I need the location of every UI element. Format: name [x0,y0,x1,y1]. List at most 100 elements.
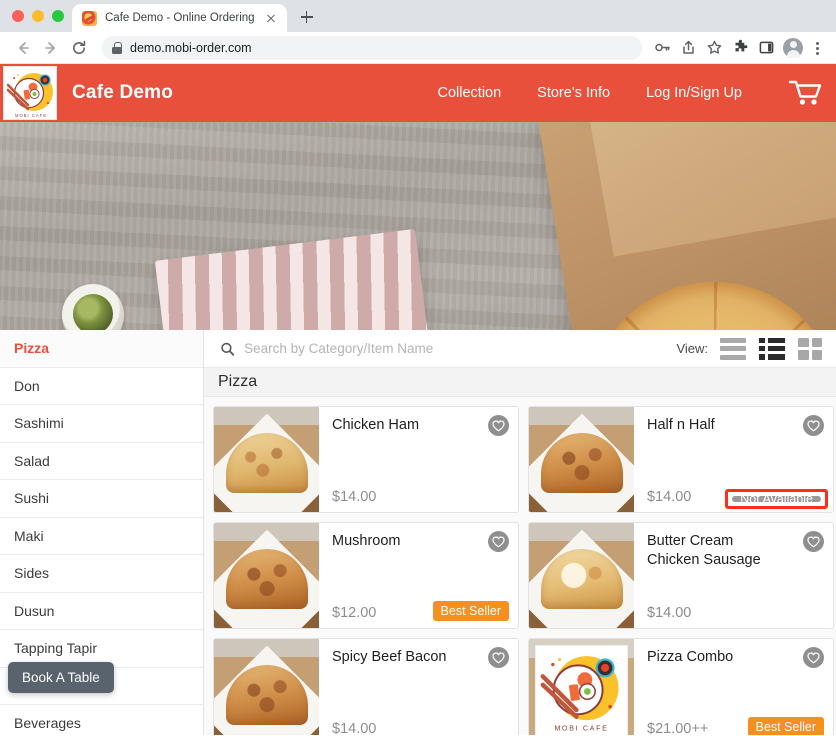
cafe-favicon [82,10,97,26]
sidebar-item-beverages[interactable]: Beverages [0,705,203,735]
mobi-cafe-logo[interactable]: MOBI CAFE [3,66,57,120]
forward-arrow-icon[interactable] [38,35,64,61]
hero-banner-image [0,122,836,330]
sidebar-item-label: Salad [14,452,50,469]
close-icon[interactable] [263,10,279,26]
sidebar-item-label: Pizza [14,340,50,357]
web-page: MOBI CAFE Cafe Demo Collection Store's I… [0,64,836,735]
item-image: MOBI CAFE [529,639,634,735]
nav-login-signup[interactable]: Log In/Sign Up [646,85,742,101]
svg-text:MOBI CAFE: MOBI CAFE [15,113,47,118]
star-icon[interactable] [702,36,726,60]
sidebar-item-maki[interactable]: Maki [0,518,203,555]
page-title: Cafe Demo [72,82,174,103]
key-icon[interactable] [650,36,674,60]
minimize-window-button[interactable] [32,10,44,22]
item-image [529,407,634,512]
puzzle-icon[interactable] [728,36,752,60]
nav-collection[interactable]: Collection [438,85,502,101]
item-name: Chicken Ham [332,417,420,433]
sidebar-item-label: Tapping Tapir [14,640,98,657]
sidebar-item-sides[interactable]: Sides [0,555,203,593]
sidebar-item-salad[interactable]: Salad [0,443,203,480]
site-header: MOBI CAFE Cafe Demo Collection Store's I… [0,64,836,122]
heart-icon[interactable] [488,647,509,668]
sidebar-item-label: Maki [14,527,44,544]
item-body: Mushroom $12.00 Best Seller [319,523,518,628]
menu-item-card[interactable]: Chicken Ham $14.00 [213,406,519,513]
sidebar-item-sashimi[interactable]: Sashimi [0,405,203,443]
sidebar-item-label: Sushi [14,490,50,507]
nav-stores-info[interactable]: Store's Info [537,85,610,101]
shopping-cart-icon[interactable] [788,79,822,107]
category-sidebar: Pizza Don Sashimi Salad Sushi Maki Sides… [0,330,204,735]
sidebar-item-label: Don [14,377,40,394]
potted-plant [62,284,124,330]
status-badge[interactable]: Best Seller [747,717,824,735]
item-price: $14.00 [647,605,692,621]
mobi-cafe-logo-icon: MOBI CAFE [535,645,628,735]
heart-icon[interactable] [488,531,509,552]
item-image [214,407,319,512]
view-label: View: [676,341,708,356]
item-body: Half n Half $14.00 Not Available [634,407,833,512]
item-body: Spicy Beef Bacon $14.00 [319,639,518,735]
reload-icon[interactable] [66,35,92,61]
address-bar[interactable]: demo.mobi-order.com [102,35,642,60]
tab-strip: Cafe Demo - Online Ordering [0,0,836,32]
heart-icon[interactable] [803,647,824,668]
view-list-icon[interactable] [720,337,746,360]
view-grid-icon[interactable] [798,337,822,360]
sidebar-item-dusun[interactable]: Dusun [0,593,203,630]
striped-towel [154,228,444,330]
profile-avatar-icon[interactable] [783,37,803,58]
section-title: Pizza [204,368,836,397]
share-icon[interactable] [676,36,700,60]
menu-item-card[interactable]: MOBI CAFE Pizza Combo $21.00++ Best Sell… [528,638,834,735]
sidebar-item-don[interactable]: Don [0,368,203,405]
item-price: $14.00 [332,489,377,505]
menu-item-card[interactable]: Butter Cream Chicken Sausage $14.00 [528,522,834,629]
menu-item-card[interactable]: Half n Half $14.00 Not Available [528,406,834,513]
close-window-button[interactable] [12,10,24,22]
heart-icon[interactable] [803,531,824,552]
menu-item-card[interactable]: Mushroom $12.00 Best Seller [213,522,519,629]
search-toolbar: View: [204,330,836,368]
plus-icon[interactable] [293,3,321,31]
heart-icon[interactable] [488,415,509,436]
back-arrow-icon[interactable] [10,35,36,61]
browser-toolbar: demo.mobi-order.com [0,32,836,64]
selection-highlight: Not Available [725,489,828,509]
sidebar-item-pizza[interactable]: Pizza [0,330,203,368]
heart-icon[interactable] [803,415,824,436]
status-badge[interactable]: Not Available [732,493,821,505]
window-controls [10,0,72,32]
item-name: Half n Half [647,417,715,433]
book-a-table-button[interactable]: Book A Table [8,662,114,693]
item-image [529,523,634,628]
sidebar-item-label: Sashimi [14,415,64,432]
menu-panel: View: P [204,330,836,735]
browser-window: Cafe Demo - Online Ordering demo.mobi-or… [0,0,836,736]
url-text: demo.mobi-order.com [130,40,252,55]
side-panel-icon[interactable] [754,36,778,60]
view-detailed-list-icon[interactable] [759,337,785,360]
item-body: Butter Cream Chicken Sausage $14.00 [634,523,833,628]
item-name: Mushroom [332,533,401,549]
lock-icon [112,41,122,54]
sidebar-item-label: Sides [14,565,50,582]
menu-item-card[interactable]: Spicy Beef Bacon $14.00 [213,638,519,735]
browser-tab[interactable]: Cafe Demo - Online Ordering [72,4,287,32]
sidebar-item-sushi[interactable]: Sushi [0,480,203,518]
tab-title: Cafe Demo - Online Ordering [105,12,255,24]
menu-item-grid: Chicken Ham $14.00 Half n Half $14.00 No… [204,397,836,735]
svg-text:MOBI CAFE: MOBI CAFE [554,725,608,732]
item-image [214,523,319,628]
maximize-window-button[interactable] [52,10,64,22]
item-price: $12.00 [332,605,377,621]
search-field-wrap[interactable] [220,341,667,357]
item-price: $14.00 [332,721,377,735]
three-dot-menu-icon[interactable] [808,37,826,59]
status-badge[interactable]: Best Seller [432,601,509,621]
search-input[interactable] [244,341,667,356]
